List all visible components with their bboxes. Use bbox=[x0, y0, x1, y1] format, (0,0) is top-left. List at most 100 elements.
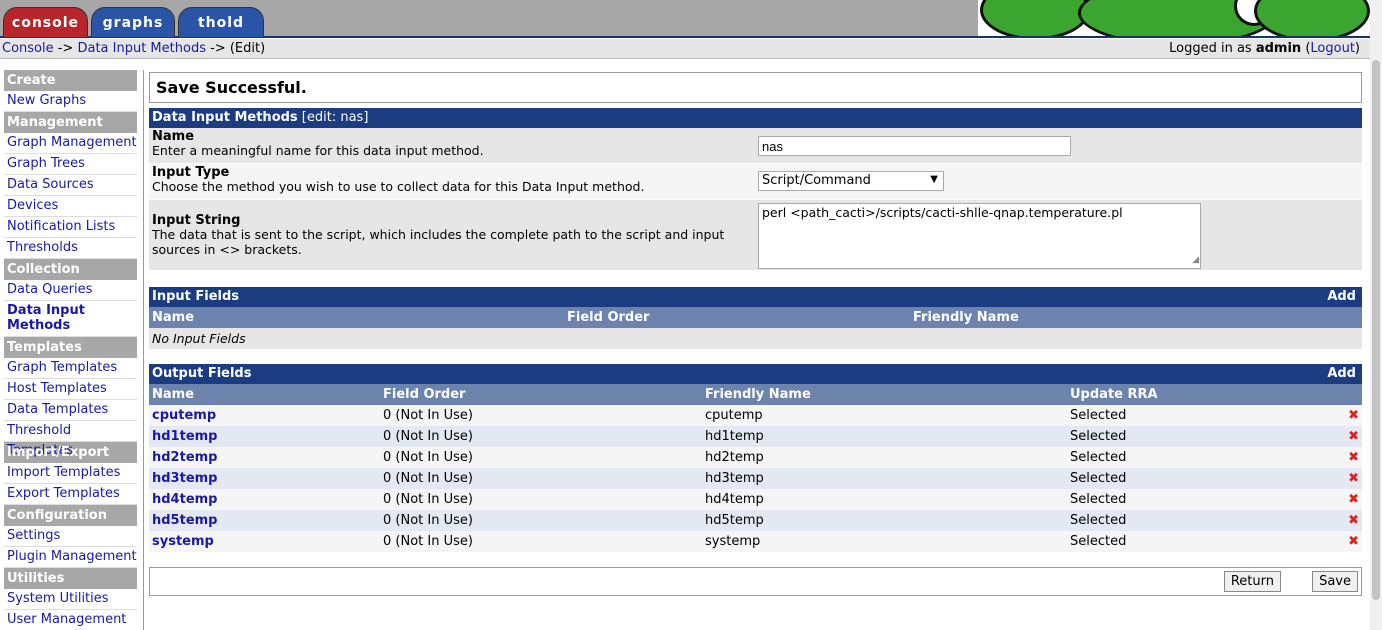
paren-close: ) bbox=[1354, 41, 1360, 56]
delete-icon[interactable]: ✖ bbox=[1348, 468, 1359, 489]
save-button[interactable]: Save bbox=[1312, 571, 1358, 592]
sidebar-item-import-templates[interactable]: Import Templates bbox=[4, 463, 137, 484]
sidebar-section-collection-methods: Collection Methods bbox=[4, 259, 137, 298]
return-button[interactable]: Return bbox=[1223, 571, 1281, 592]
output-field-update-rra: Selected bbox=[1070, 429, 1127, 444]
breadcrumb: Console -> Data Input Methods -> (Edit) bbox=[2, 39, 265, 58]
add-input-field-link[interactable]: Add bbox=[1327, 287, 1356, 307]
input-type-value: Script/Command bbox=[762, 173, 871, 188]
column-header-field-order: Field Order bbox=[567, 310, 650, 325]
output-field-name-link[interactable]: hd2temp bbox=[152, 447, 218, 468]
sidebar-item-system-utilities[interactable]: System Utilities bbox=[4, 589, 137, 610]
input-fields-empty-row: No Input Fields bbox=[149, 328, 1362, 349]
name-description: Enter a meaningful name for this data in… bbox=[152, 143, 484, 158]
output-field-update-rra: Selected bbox=[1070, 450, 1127, 465]
output-field-order: 0 (Not In Use) bbox=[383, 429, 473, 444]
logout-link[interactable]: Logout bbox=[1310, 41, 1355, 56]
sidebar-item-host-templates[interactable]: Host Templates bbox=[4, 379, 137, 400]
sidebar-item-new-graphs[interactable]: New Graphs bbox=[4, 91, 137, 112]
sidebar-item-threshold-templates[interactable]: Threshold Templates bbox=[4, 421, 137, 458]
table-row: hd3temp 0 (Not In Use) hd3temp Selected ✖ bbox=[149, 468, 1362, 489]
output-fields-header: Output Fields Add bbox=[149, 364, 1362, 384]
input-type-label: Input Type bbox=[152, 165, 230, 180]
output-field-name-link[interactable]: hd5temp bbox=[152, 510, 218, 531]
chevron-down-icon: ▼ bbox=[930, 174, 938, 185]
form-header: Data Input Methods [edit: nas] bbox=[149, 108, 1362, 128]
output-fields-column-headers: Name Field Order Friendly Name Update RR… bbox=[149, 384, 1362, 405]
input-string-value: perl <path_cacti>/scripts/cacti-shlle-qn… bbox=[762, 205, 1123, 220]
output-field-order: 0 (Not In Use) bbox=[383, 534, 473, 549]
table-row: hd4temp 0 (Not In Use) hd4temp Selected ✖ bbox=[149, 489, 1362, 510]
sidebar-section-create: Create bbox=[4, 70, 137, 91]
delete-icon[interactable]: ✖ bbox=[1348, 510, 1359, 531]
table-row: cputemp 0 (Not In Use) cputemp Selected ✖ bbox=[149, 405, 1362, 426]
sidebar-item-notification-lists[interactable]: Notification Lists bbox=[4, 217, 137, 238]
breadcrumb-separator: -> bbox=[205, 41, 230, 56]
sidebar-item-graph-templates[interactable]: Graph Templates bbox=[4, 358, 137, 379]
login-status: Logged in as admin (Logout) bbox=[1169, 39, 1360, 58]
cactus-logo bbox=[978, 0, 1370, 36]
delete-icon[interactable]: ✖ bbox=[1348, 426, 1359, 447]
table-row: hd1temp 0 (Not In Use) hd1temp Selected ✖ bbox=[149, 426, 1362, 447]
output-field-name-link[interactable]: hd4temp bbox=[152, 489, 218, 510]
output-fields-table-body: cputemp 0 (Not In Use) cputemp Selected ✖ hd1… bbox=[149, 405, 1362, 552]
sidebar-item-graph-management[interactable]: Graph Management bbox=[4, 133, 137, 154]
resize-handle-icon[interactable]: ◢ bbox=[1192, 252, 1199, 268]
tab-console[interactable]: console bbox=[3, 7, 88, 38]
sidebar-item-graph-trees[interactable]: Graph Trees bbox=[4, 154, 137, 175]
output-field-update-rra: Selected bbox=[1070, 534, 1127, 549]
scrollbar-thumb[interactable] bbox=[1372, 60, 1380, 600]
breadcrumb-data-input-methods[interactable]: Data Input Methods bbox=[77, 41, 206, 56]
output-field-friendly-name: hd3temp bbox=[705, 471, 764, 486]
sidebar-item-plugin-management[interactable]: Plugin Management bbox=[4, 547, 137, 568]
form-title: Data Input Methods bbox=[152, 110, 298, 125]
main-content: Save Successful. Data Input Methods [edi… bbox=[149, 72, 1362, 596]
top-navigation-bar: console graphs thold bbox=[0, 0, 1370, 38]
output-field-update-rra: Selected bbox=[1070, 513, 1127, 528]
column-header-update-rra: Update RRA bbox=[1070, 387, 1158, 402]
column-header-friendly-name: Friendly Name bbox=[705, 387, 811, 402]
column-header-field-order: Field Order bbox=[383, 387, 466, 402]
sidebar-item-data-input-methods[interactable]: Data Input Methods bbox=[4, 301, 137, 337]
column-header-name: Name bbox=[152, 387, 195, 402]
output-field-name-link[interactable]: hd3temp bbox=[152, 468, 218, 489]
output-field-friendly-name: cputemp bbox=[705, 408, 763, 423]
sidebar-item-devices[interactable]: Devices bbox=[4, 196, 137, 217]
sidebar-item-user-management[interactable]: User Management bbox=[4, 610, 137, 630]
sidebar-item-data-queries[interactable]: Data Queries bbox=[4, 280, 137, 301]
column-header-name: Name bbox=[152, 310, 195, 325]
table-row: systemp 0 (Not In Use) systemp Selected ✖ bbox=[149, 531, 1362, 552]
output-field-update-rra: Selected bbox=[1070, 492, 1127, 507]
output-field-friendly-name: hd5temp bbox=[705, 513, 764, 528]
delete-icon[interactable]: ✖ bbox=[1348, 531, 1359, 552]
add-output-field-link[interactable]: Add bbox=[1327, 364, 1356, 384]
delete-icon[interactable]: ✖ bbox=[1348, 405, 1359, 426]
sidebar-section-management: Management bbox=[4, 112, 137, 133]
scrollbar[interactable] bbox=[1370, 0, 1382, 630]
sidebar-item-data-sources[interactable]: Data Sources bbox=[4, 175, 137, 196]
input-fields-title: Input Fields bbox=[152, 289, 240, 304]
input-string-textarea[interactable]: perl <path_cacti>/scripts/cacti-shlle-qn… bbox=[758, 203, 1201, 269]
breadcrumb-bar: Console -> Data Input Methods -> (Edit) … bbox=[0, 39, 1370, 59]
sidebar-item-data-templates[interactable]: Data Templates bbox=[4, 400, 137, 421]
sidebar-section-utilities: Utilities bbox=[4, 568, 137, 589]
form-subtitle: [edit: nas] bbox=[297, 110, 369, 125]
name-input[interactable] bbox=[758, 136, 1071, 156]
sidebar-section-import-export: Import/Export bbox=[4, 442, 137, 463]
output-field-name-link[interactable]: cputemp bbox=[152, 405, 216, 426]
tab-graphs[interactable]: graphs bbox=[91, 7, 175, 38]
input-type-label-block: Input Type Choose the method you wish to … bbox=[152, 166, 752, 195]
sidebar-item-thresholds[interactable]: Thresholds bbox=[4, 238, 137, 259]
output-field-name-link[interactable]: hd1temp bbox=[152, 426, 218, 447]
output-field-name-link[interactable]: systemp bbox=[152, 531, 214, 552]
output-field-order: 0 (Not In Use) bbox=[383, 471, 473, 486]
delete-icon[interactable]: ✖ bbox=[1348, 447, 1359, 468]
sidebar-item-export-templates[interactable]: Export Templates bbox=[4, 484, 137, 505]
breadcrumb-console[interactable]: Console bbox=[2, 41, 54, 56]
input-type-select[interactable]: Script/Command ▼ bbox=[758, 171, 944, 191]
output-field-order: 0 (Not In Use) bbox=[383, 408, 473, 423]
output-fields-title: Output Fields bbox=[152, 366, 252, 381]
tab-thold[interactable]: thold bbox=[178, 7, 264, 38]
delete-icon[interactable]: ✖ bbox=[1348, 489, 1359, 510]
sidebar-item-settings[interactable]: Settings bbox=[4, 526, 137, 547]
